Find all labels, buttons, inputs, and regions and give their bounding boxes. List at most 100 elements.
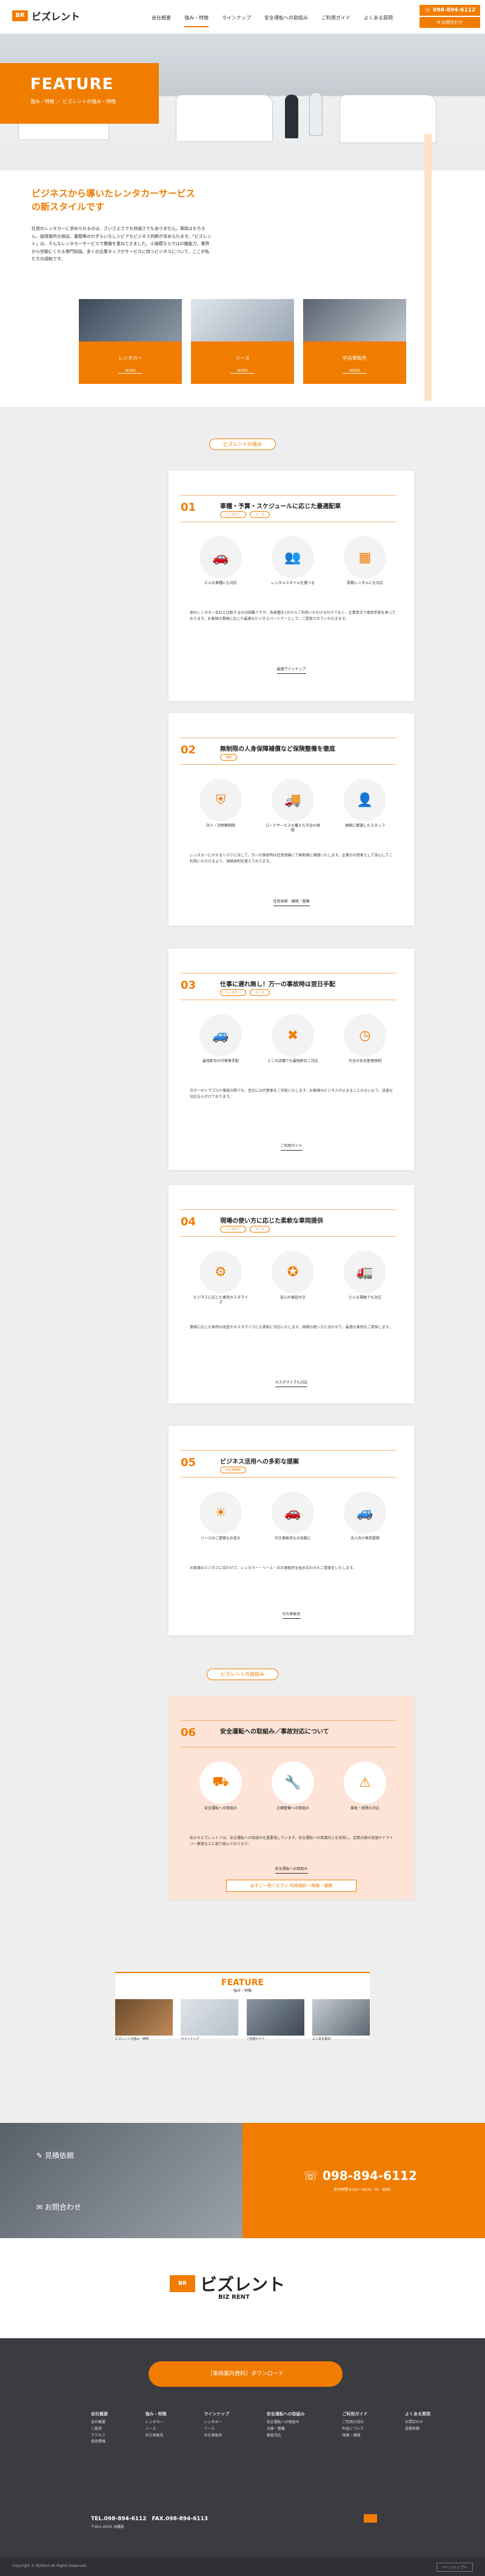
- copyright: Copyright © BizRent All Rights Reserved.: [12, 2564, 87, 2568]
- header-contact-button[interactable]: ✉ お問合わせ: [420, 17, 480, 28]
- strength-body: お客様のビジネスに合わせて、レンタカー・リース・中古車販売を組み合わせたご提案を…: [190, 1566, 356, 1570]
- strength-title: ビジネス活用への多彩な提案: [220, 1459, 299, 1465]
- brand-sub: BIZ RENT: [218, 2294, 250, 2301]
- card-label: 中古車販売: [343, 355, 367, 361]
- strength-more-link[interactable]: 最適ラインナップ: [276, 666, 306, 674]
- icon-caption: どこの店舗でも最短即日ご対応: [267, 1059, 318, 1063]
- nav-safety[interactable]: 安全運転への取組み: [264, 15, 308, 21]
- icon-caption: 万全の安全管理体制: [348, 1059, 381, 1063]
- site-logo[interactable]: BR ビズレント: [12, 8, 80, 23]
- guarantee-icon: ✪: [272, 1251, 314, 1293]
- card-label: リース: [235, 355, 250, 361]
- footer-nav: 会社概要 会社概要 ご挨拶 アクセス 採用情報 強み・特徴 レンタカー リース 中古車販売 ラ…: [91, 2411, 430, 2446]
- strength-card: 01 車種・予算・スケジュールに応じた最適配車 レンタカー リース 🚗 どんな車種に…: [169, 471, 414, 701]
- strength-more-link[interactable]: 中古車販売: [282, 1611, 301, 1619]
- icon-caption: 安心の保証付き: [279, 1296, 306, 1300]
- strength-card: 04 現場の使い方に応じた柔軟な車両提供 レンタカー リース ⚙ ビジネスに応じた車…: [169, 1185, 414, 1404]
- footer-col: よくある質問 お問合わせ 見積依頼: [404, 2412, 430, 2431]
- footer-tel: TEL.098-894-6112 FAX.098-894-6113: [91, 2516, 209, 2522]
- contact-left[interactable]: ✎ 見積依頼 ✉ お問合わせ: [0, 2123, 242, 2238]
- road-icon: ⛟: [199, 1761, 242, 1804]
- nav-guide[interactable]: ご利用ガイド: [321, 15, 350, 21]
- icon-caption: リースのご提案もお任せ: [201, 1536, 241, 1541]
- hero: FEATURE 強み・特徴 ／ ビズレントの強み・特徴: [0, 34, 485, 170]
- truck-icon: 🚛: [344, 1251, 386, 1293]
- car-icon: 🚙: [199, 1014, 242, 1057]
- shield-icon: ⛨: [199, 779, 242, 821]
- strengths-section: ビズレントの強み 01 車種・予算・スケジュールに応じた最適配車 レンタカー リー…: [0, 407, 485, 2336]
- feature-thumb[interactable]: ラインナップ: [181, 1999, 239, 2041]
- download-button[interactable]: ［車両案内資料］ダウンロード: [149, 2361, 343, 2387]
- card-more-link[interactable]: MORE: [230, 369, 255, 374]
- tag: 保険: [220, 754, 238, 761]
- feature-block: FEATURE 強み・特徴 ビズレントの強み・特徴 ラインナップ ご利用ガイド …: [115, 1972, 370, 2041]
- terms-button[interactable]: 必ずご一読ください 利用規約・保険・補償: [226, 1880, 356, 1892]
- feature-thumb[interactable]: ビズレントの強み・特徴: [115, 1999, 173, 2041]
- icon-caption: どんな場面でも対応: [348, 1296, 381, 1300]
- safety-pill: ビズレントの取組み: [207, 1669, 278, 1680]
- icon-caption: 長期レンタルにも対応: [346, 581, 383, 585]
- card-more-link[interactable]: MORE: [118, 369, 142, 374]
- footer-address: 〒901-0000 沖縄県: [91, 2525, 124, 2529]
- footer-logo-icon: [364, 2514, 377, 2523]
- safety-card: 06 安全運転への取組み／事故対応について ⛟ 安全運転への取組み 🔧 点検整備への…: [169, 1696, 414, 1899]
- header-tel-button[interactable]: ☏ 098-894-6112: [420, 5, 480, 16]
- safety-more-link[interactable]: 安全運転への取組み: [275, 1866, 308, 1874]
- accident-icon: ⚠: [344, 1761, 386, 1804]
- intro-cards: レンタカー MORE リース MORE 中古車販売 MORE: [79, 299, 406, 384]
- footer-logo[interactable]: BR ビズレント: [170, 2272, 285, 2296]
- tag: レンタカー: [220, 989, 247, 996]
- nav-lineup[interactable]: ラインナップ: [222, 15, 251, 21]
- staff-icon: 👤: [344, 779, 386, 821]
- safety-title: 安全運転への取組み／事故対応について: [220, 1729, 329, 1735]
- footer-col: ご利用ガイド ご利用の流れ 料金について 保険・補償: [342, 2412, 368, 2438]
- site-footer: ［車両案内資料］ダウンロード 会社概要 会社概要 ご挨拶 アクセス 採用情報 強み・特徴…: [0, 2338, 485, 2576]
- strength-more-link[interactable]: 任意保険・補償・整備: [273, 898, 310, 906]
- logo-mark-icon: BR: [12, 10, 28, 21]
- strength-number: 02: [181, 744, 196, 756]
- icon-caption: ビジネスに応じた車両カスタマイズ: [193, 1296, 248, 1305]
- safety-body: 私たちビズレントでは、安全運転への取組みを重要視しています。安全運転への意識向上…: [190, 1836, 393, 1847]
- icon-caption: 法人向け車両提案: [350, 1536, 380, 1541]
- intro-card-used[interactable]: 中古車販売 MORE: [303, 299, 406, 384]
- strength-title: 無制限の人身保障補償など保険整備を徹底: [220, 746, 335, 753]
- global-nav: 会社概要 強み・特徴 ラインナップ 安全運転への取組み ご利用ガイド よくある質…: [152, 15, 393, 27]
- strength-more-link[interactable]: ご利用ガイド: [280, 1143, 303, 1151]
- card-label: レンタカー: [118, 355, 142, 361]
- intro-card-rental[interactable]: レンタカー MORE: [79, 299, 182, 384]
- feature-thumb[interactable]: よくある質問: [312, 1999, 370, 2041]
- strength-more-link[interactable]: カスタマイズも対応: [275, 1379, 308, 1387]
- strength-title: 仕事に遅れ無し！万一の事故時は翌日手配: [220, 981, 335, 988]
- tag: リース: [250, 1226, 270, 1233]
- feature-thumb[interactable]: ご利用ガイド: [246, 1999, 304, 2041]
- contact-link[interactable]: ✉ お問合わせ: [36, 2202, 81, 2212]
- breadcrumb: 強み・特徴 ／ ビズレントの強み・特徴: [30, 99, 116, 104]
- nav-faq[interactable]: よくある質問: [364, 15, 393, 21]
- strength-body: 万が一のトラブルや事故の際でも、翌日には代替車をご手配いたします。お客様のビジネ…: [190, 1089, 393, 1100]
- tools-icon: ✖: [272, 1014, 314, 1057]
- intro-card-lease[interactable]: リース MORE: [191, 299, 294, 384]
- icon-caption: ロードサービスも備えた万全の保障: [265, 824, 320, 833]
- strength-number: 05: [181, 1456, 196, 1469]
- footer-col: 強み・特徴 レンタカー リース 中古車販売: [145, 2412, 167, 2438]
- icon-caption: 保険に精通したスタッフ: [344, 824, 385, 828]
- card-more-link[interactable]: MORE: [343, 369, 367, 374]
- feature-title: FEATURE: [221, 1978, 264, 1988]
- contact-right[interactable]: ☏ 098-894-6112 受付時間 9:00〜18:00（日・祝休）: [242, 2123, 485, 2238]
- page-top-button[interactable]: ページトップへ: [436, 2563, 473, 2572]
- nav-feature[interactable]: 強み・特徴: [184, 15, 209, 27]
- nav-company[interactable]: 会社概要: [152, 15, 171, 21]
- strengths-pill: ビズレントの強み: [209, 439, 276, 450]
- decor-bar: [424, 134, 432, 401]
- car-icon: 🚗: [272, 1491, 314, 1534]
- tel-number[interactable]: ☏ 098-894-6112: [303, 2168, 417, 2183]
- logo-text: ビズレント: [32, 11, 81, 22]
- icon-caption: レンタルスタイルを選べる: [270, 581, 315, 585]
- idea-icon: ☀: [199, 1491, 242, 1534]
- estimate-link[interactable]: ✎ 見積依頼: [36, 2150, 74, 2161]
- wrench-icon: 🔧: [272, 1761, 314, 1804]
- hero-title-box: FEATURE 強み・特徴 ／ ビズレントの強み・特徴: [0, 63, 159, 124]
- strength-number: 01: [181, 501, 196, 514]
- strength-card: 02 無制限の人身保障補償など保険整備を徹底 保険 ⛨ 対人・対物無制限 🚚 ロード…: [169, 713, 414, 926]
- brand-section: BR ビズレント BIZ RENT: [0, 2238, 485, 2338]
